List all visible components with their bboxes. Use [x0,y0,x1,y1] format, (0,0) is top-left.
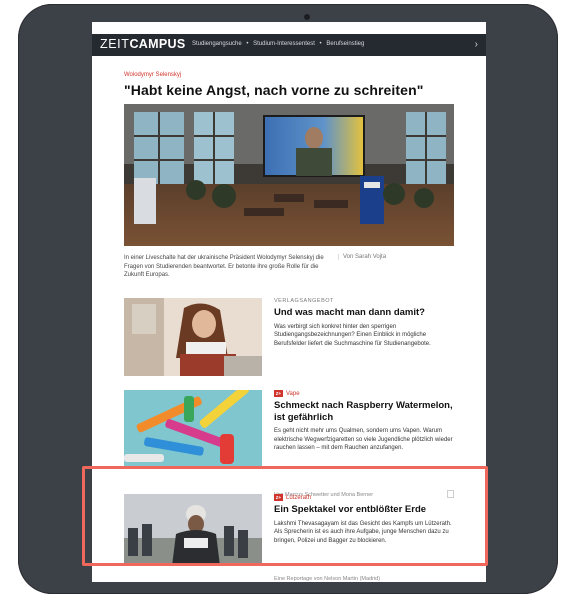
article-text: VERLAGSANGEBOT Und was macht man dann da… [274,298,456,348]
nav-link-berufseinstieg[interactable]: Berufseinstieg [326,41,364,47]
highlight-box [82,466,488,566]
nav-separator: • [319,41,322,47]
hall-photo [124,104,454,246]
sponsored-label: VERLAGSANGEBOT [274,298,334,304]
article-text: Z+ Vape Schmeckt nach Raspberry Watermel… [274,390,456,453]
article-thumbnail[interactable] [124,298,262,376]
logo-campus: CAMPUS [129,37,186,51]
zplus-badge: Z+ [274,390,283,397]
article-thumbnail[interactable] [124,390,262,468]
lead-kicker[interactable]: Wolodymyr Selenskyj [124,72,181,78]
lead-headline[interactable]: "Habt keine Angst, nach vorne zu schreit… [124,82,423,98]
woman-laptop-photo [124,298,262,376]
nav-links: Studiengangsuche • Studium-Interessentes… [192,41,367,47]
logo-zeit: ZEIT [100,37,130,51]
article-tag[interactable]: Z+ Vape [274,390,456,397]
lead-caption: In einer Liveschalte hat der ukrainische… [124,255,324,278]
article-summary: Es geht nicht mehr ums Qualmen, sondern … [274,428,453,451]
nav-separator: • [246,41,249,47]
nav-link-studiengangsuche[interactable]: Studiengangsuche [192,41,242,47]
site-logo[interactable]: ZEITCAMPUS [100,37,185,51]
article-title[interactable]: Schmeckt nach Raspberry Watermelon, ist … [274,400,456,423]
lead-author: Von Sarah Vojta [338,254,459,260]
vapes-photo [124,390,262,468]
lead-image[interactable] [124,104,454,246]
tag-label: Vape [286,390,300,397]
article-summary: Was verbirgt sich konkret hinter den spe… [274,323,431,347]
site-nav-bar: ZEITCAMPUS Studiengangsuche • Studium-In… [92,34,486,56]
chevron-right-icon[interactable]: › [475,39,478,50]
article-title[interactable]: Und was macht man dann damit? [274,307,456,319]
article-teaser[interactable]: VERLAGSANGEBOT Und was macht man dann da… [124,298,454,378]
nav-link-interessentest[interactable]: Studium-Interessentest [253,41,315,47]
camera-dot [304,14,310,20]
article-byline: Eine Reportage von Nelson Martin (Madrid… [274,576,381,582]
